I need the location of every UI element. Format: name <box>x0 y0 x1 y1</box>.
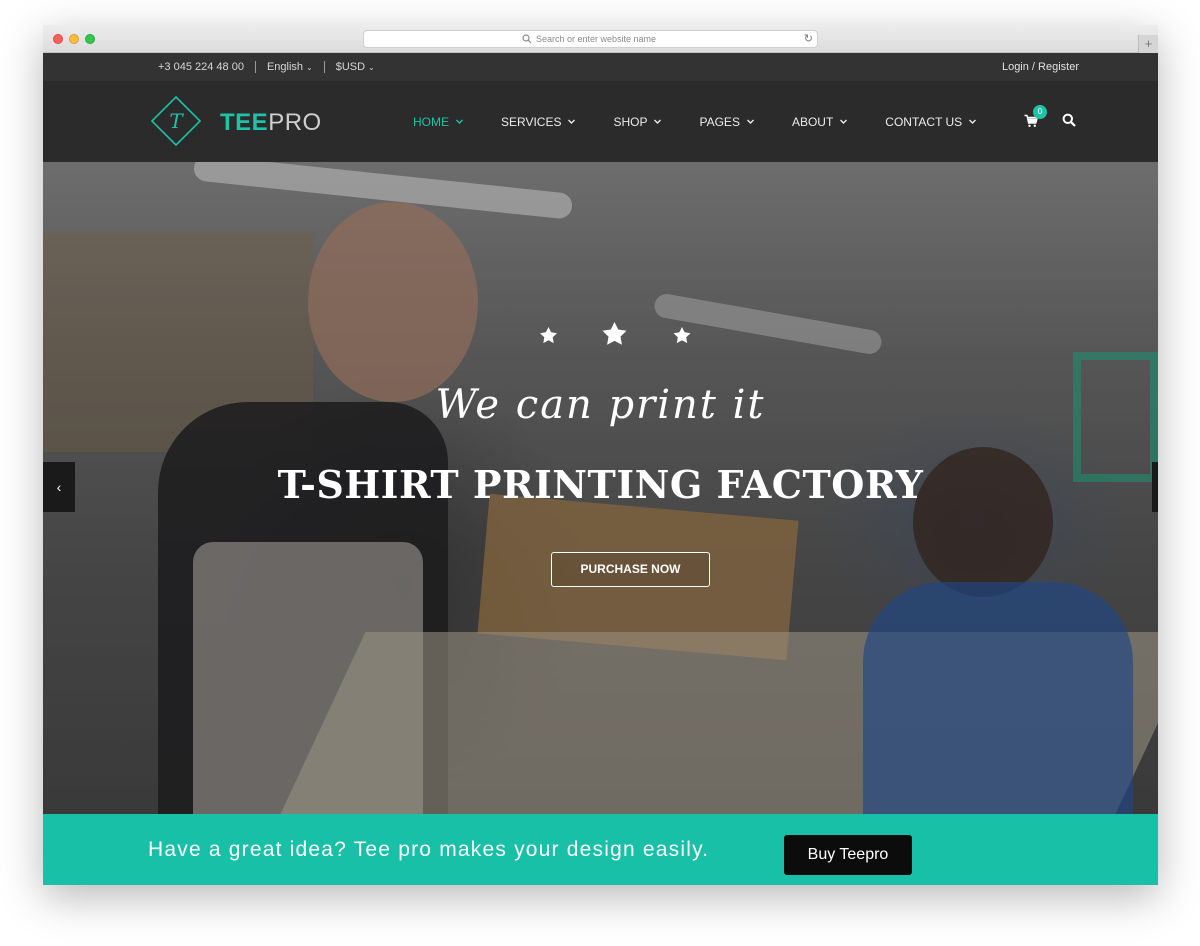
hero-title: T-SHIRT PRINTING FACTORY <box>277 462 924 507</box>
search-icon[interactable] <box>1062 113 1076 127</box>
phone-number: +3 045 224 48 00 <box>158 61 244 73</box>
logo-wordmark[interactable]: TEEPRO <box>220 109 322 137</box>
star-icon <box>540 327 557 344</box>
stars-decoration <box>540 322 691 345</box>
address-bar[interactable]: Search or enter website name ↻ <box>363 30 818 48</box>
nav-item-label: SERVICES <box>501 114 562 129</box>
main-nav: HOME SERVICES SHOP PAGES ABOUT CONTACT US <box>413 81 1014 162</box>
close-window-button[interactable] <box>53 34 63 44</box>
hero-slider: We can print it T-SHIRT PRINTING FACTORY… <box>43 162 1158 814</box>
nav-item-shop[interactable]: SHOP <box>613 115 662 129</box>
divider <box>254 61 256 73</box>
address-placeholder: Search or enter website name <box>536 34 657 44</box>
chevron-down-icon: ⌄ <box>368 63 375 72</box>
nav-item-label: SHOP <box>613 114 648 129</box>
nav-item-label: ABOUT <box>791 114 834 129</box>
buy-teepro-button[interactable]: Buy Teepro <box>784 835 912 875</box>
browser-window: Search or enter website name ↻ + +3 045 … <box>43 25 1158 885</box>
cart-count-badge: 0 <box>1033 105 1047 119</box>
cta-banner: Have a great idea? Tee pro makes your de… <box>43 814 1158 885</box>
reload-icon[interactable]: ↻ <box>804 32 813 45</box>
minimize-window-button[interactable] <box>69 34 79 44</box>
chevron-down-icon <box>456 119 463 124</box>
chevron-down-icon <box>568 119 576 124</box>
language-select[interactable]: English ⌄ <box>267 61 313 73</box>
slider-prev-arrow[interactable]: ‹ <box>43 462 75 512</box>
slider-next-arrow[interactable] <box>1152 462 1158 512</box>
nav-item-home[interactable]: HOME <box>413 115 464 129</box>
browser-toolbar: Search or enter website name ↻ + <box>43 25 1158 53</box>
nav-item-label: PAGES <box>699 114 740 129</box>
search-icon <box>522 34 532 44</box>
currency-select[interactable]: $USD ⌄ <box>336 61 375 73</box>
cta-text: Have a great idea? Tee pro makes your de… <box>148 837 710 861</box>
star-icon <box>673 327 691 344</box>
chevron-down-icon <box>969 119 977 124</box>
nav-item-contact-us[interactable]: CONTACT US <box>885 115 977 129</box>
nav-item-pages[interactable]: PAGES <box>699 115 754 129</box>
site-header: T TEEPRO HOME SERVICES SHOP PAGES ABOUT CONTA… <box>43 81 1158 162</box>
nav-item-label: CONTACT US <box>885 114 963 129</box>
login-register-link[interactable]: Login / Register <box>1002 53 1079 81</box>
logo-pro: PRO <box>268 109 322 136</box>
new-tab-button[interactable]: + <box>1138 35 1158 53</box>
chevron-down-icon: ⌄ <box>306 63 313 72</box>
chevron-down-icon <box>654 119 662 124</box>
nav-item-about[interactable]: ABOUT <box>792 115 848 129</box>
top-info-left: +3 045 224 48 00 English ⌄ $USD ⌄ <box>158 53 375 81</box>
star-icon <box>602 322 627 345</box>
divider <box>323 61 325 73</box>
purchase-now-button[interactable]: PURCHASE NOW <box>551 552 710 587</box>
logo-tee: TEE <box>220 109 269 136</box>
hero-script-tagline: We can print it <box>435 382 766 428</box>
language-label: English <box>266 61 304 73</box>
chevron-down-icon <box>840 119 848 124</box>
logo-mark-letter: T <box>169 109 184 133</box>
logo-diamond-icon[interactable]: T <box>149 94 203 148</box>
nav-item-services[interactable]: SERVICES <box>501 115 576 129</box>
top-info-bar: +3 045 224 48 00 English ⌄ $USD ⌄ Login / … <box>43 53 1158 81</box>
chevron-down-icon <box>746 119 754 124</box>
maximize-window-button[interactable] <box>85 34 95 44</box>
currency-label: $USD <box>335 61 366 73</box>
nav-item-label: HOME <box>413 114 449 129</box>
